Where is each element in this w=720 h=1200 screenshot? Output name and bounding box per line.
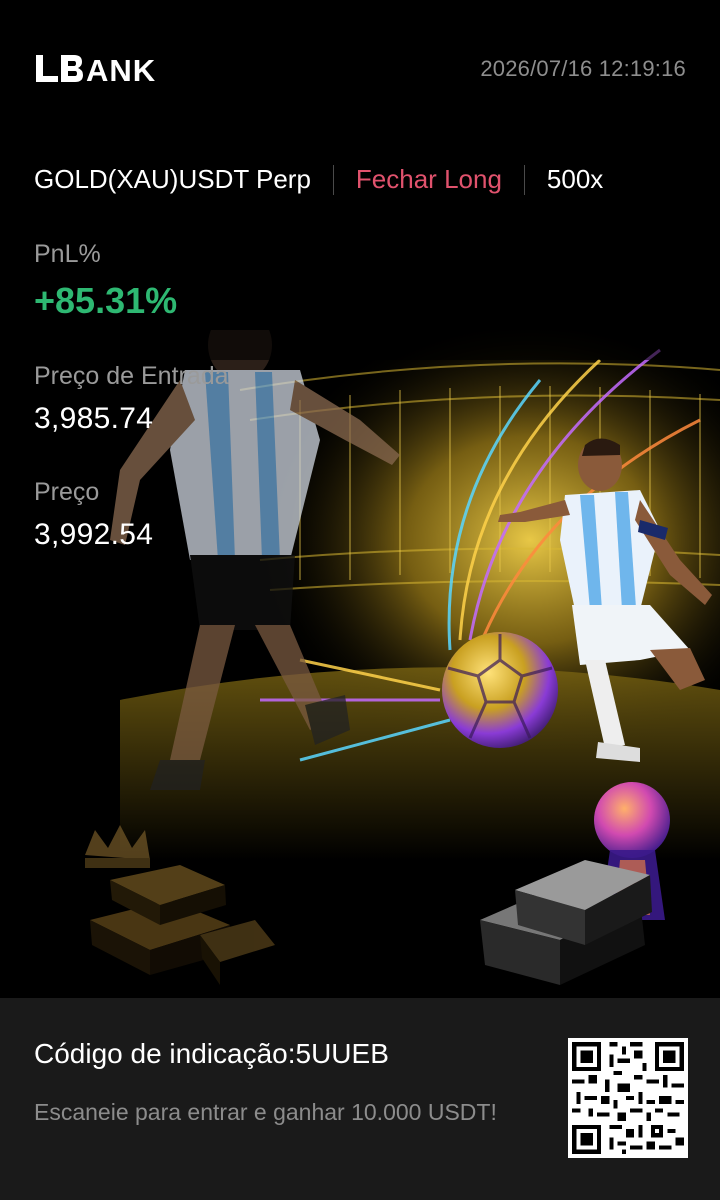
trade-info-row: GOLD(XAU)USDT Perp Fechar Long 500x [34, 164, 603, 195]
share-card: ANK 2026/07/16 12:19:16 GOLD(XAU)USDT Pe… [0, 0, 720, 1200]
entry-price-value: 3,985.74 [34, 402, 154, 435]
symbol: GOLD(XAU)USDT Perp [34, 164, 311, 194]
gold-bars-icon [480, 860, 652, 985]
pnl-label: PnL% [34, 240, 101, 268]
price-value: 3,992.54 [34, 518, 154, 551]
referral-footer: Código de indicação:5UUEB Escaneie para … [0, 998, 720, 1200]
promo-illustration [0, 0, 720, 985]
pnl-value: +85.31% [34, 280, 178, 321]
brand-wordmark: ANK [86, 53, 156, 84]
referral-cta: Escaneie para entrar e ganhar 10.000 USD… [34, 1099, 497, 1125]
entry-price-label: Preço de Entrada [34, 362, 229, 390]
lbank-logo: ANK [36, 53, 156, 84]
timestamp: 2026/07/16 12:19:16 [480, 56, 686, 81]
divider [523, 164, 525, 195]
referral-code: Código de indicação:5UUEB [34, 1038, 389, 1069]
qr-code-icon[interactable] [568, 1038, 688, 1158]
price-label: Preço [34, 478, 100, 506]
soccer-ball-icon [442, 632, 558, 748]
divider [332, 164, 334, 195]
position-side: Fechar Long [355, 164, 502, 194]
leverage: 500x [546, 164, 604, 194]
